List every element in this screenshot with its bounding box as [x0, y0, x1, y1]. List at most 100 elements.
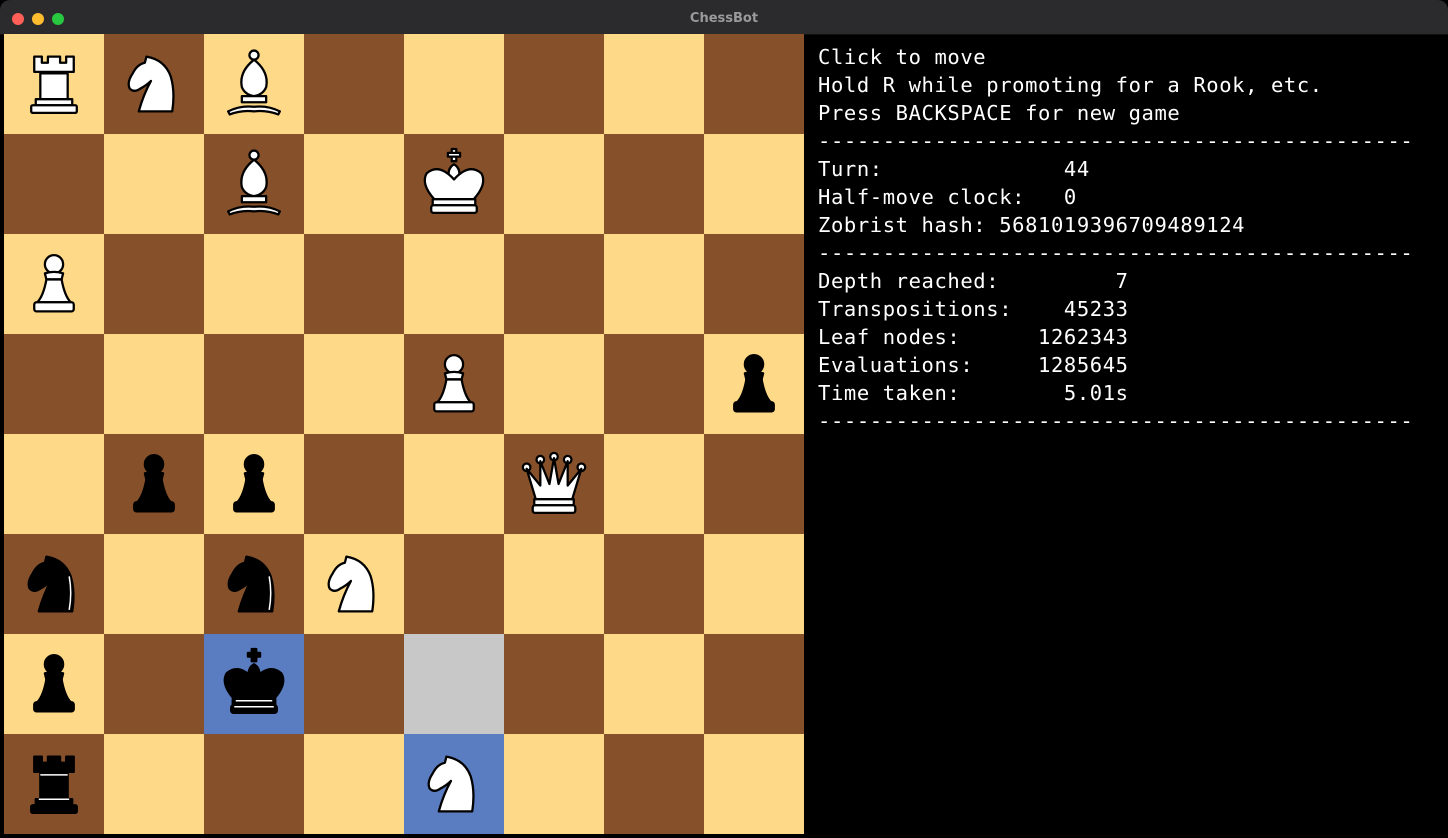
square-g8[interactable] [604, 34, 704, 134]
separator: ----------------------------------------… [818, 409, 1414, 433]
square-g4[interactable] [604, 434, 704, 534]
square-b3[interactable] [104, 534, 204, 634]
square-d1[interactable] [304, 734, 404, 834]
instruction-line: Click to move [818, 45, 987, 69]
chessbot-window: ChessBot Click to move Hold R while prom… [0, 0, 1448, 838]
square-d7[interactable] [304, 134, 404, 234]
square-d6[interactable] [304, 234, 404, 334]
square-g5[interactable] [604, 334, 704, 434]
square-e1[interactable] [404, 734, 504, 834]
depth-stat: Depth reached: 7 [818, 269, 1129, 293]
chess-board[interactable] [4, 34, 804, 834]
white-knight-icon[interactable] [116, 46, 192, 122]
square-f4[interactable] [504, 434, 604, 534]
instruction-line: Hold R while promoting for a Rook, etc. [818, 73, 1323, 97]
square-g6[interactable] [604, 234, 704, 334]
leaf-nodes-stat: Leaf nodes: 1262343 [818, 325, 1129, 349]
square-d3[interactable] [304, 534, 404, 634]
square-d2[interactable] [304, 634, 404, 734]
white-queen-icon[interactable] [516, 446, 592, 522]
white-bishop-icon[interactable] [216, 46, 292, 122]
square-b1[interactable] [104, 734, 204, 834]
square-b2[interactable] [104, 634, 204, 734]
square-h1[interactable] [704, 734, 804, 834]
square-c4[interactable] [204, 434, 304, 534]
square-h3[interactable] [704, 534, 804, 634]
square-c3[interactable] [204, 534, 304, 634]
black-knight-icon[interactable] [216, 546, 292, 622]
black-king-icon[interactable] [216, 646, 292, 722]
square-f7[interactable] [504, 134, 604, 234]
square-e4[interactable] [404, 434, 504, 534]
square-f2[interactable] [504, 634, 604, 734]
square-b4[interactable] [104, 434, 204, 534]
instruction-line: Press BACKSPACE for new game [818, 101, 1181, 125]
transpositions-stat: Transpositions: 45233 [818, 297, 1129, 321]
square-b7[interactable] [104, 134, 204, 234]
evaluations-stat: Evaluations: 1285645 [818, 353, 1129, 377]
separator: ----------------------------------------… [818, 129, 1414, 153]
black-knight-icon[interactable] [16, 546, 92, 622]
white-king-icon[interactable] [416, 146, 492, 222]
square-a4[interactable] [4, 434, 104, 534]
square-f5[interactable] [504, 334, 604, 434]
black-rook-icon[interactable] [16, 746, 92, 822]
black-pawn-icon[interactable] [16, 646, 92, 722]
square-c7[interactable] [204, 134, 304, 234]
square-g1[interactable] [604, 734, 704, 834]
square-f1[interactable] [504, 734, 604, 834]
square-f3[interactable] [504, 534, 604, 634]
square-a1[interactable] [4, 734, 104, 834]
square-b6[interactable] [104, 234, 204, 334]
square-h5[interactable] [704, 334, 804, 434]
square-d4[interactable] [304, 434, 404, 534]
black-pawn-icon[interactable] [116, 446, 192, 522]
square-f8[interactable] [504, 34, 604, 134]
square-b5[interactable] [104, 334, 204, 434]
square-a2[interactable] [4, 634, 104, 734]
square-e8[interactable] [404, 34, 504, 134]
square-g3[interactable] [604, 534, 704, 634]
square-d5[interactable] [304, 334, 404, 434]
square-d8[interactable] [304, 34, 404, 134]
separator: ----------------------------------------… [818, 241, 1414, 265]
square-h7[interactable] [704, 134, 804, 234]
turn-stat: Turn: 44 [818, 157, 1090, 181]
title-bar: ChessBot [0, 0, 1448, 35]
square-h4[interactable] [704, 434, 804, 534]
square-h8[interactable] [704, 34, 804, 134]
window-title: ChessBot [689, 11, 759, 26]
square-e7[interactable] [404, 134, 504, 234]
zobrist-hash-stat: Zobrist hash: 5681019396709489124 [818, 213, 1246, 237]
white-knight-icon[interactable] [416, 746, 492, 822]
square-b8[interactable] [104, 34, 204, 134]
black-pawn-icon[interactable] [716, 346, 792, 422]
square-a6[interactable] [4, 234, 104, 334]
square-f6[interactable] [504, 234, 604, 334]
square-e3[interactable] [404, 534, 504, 634]
square-g2[interactable] [604, 634, 704, 734]
square-c1[interactable] [204, 734, 304, 834]
white-knight-icon[interactable] [316, 546, 392, 622]
white-rook-icon[interactable] [16, 46, 92, 122]
half-move-clock-stat: Half-move clock: 0 [818, 185, 1077, 209]
square-c8[interactable] [204, 34, 304, 134]
white-pawn-icon[interactable] [16, 246, 92, 322]
square-h6[interactable] [704, 234, 804, 334]
square-g7[interactable] [604, 134, 704, 234]
white-bishop-icon[interactable] [216, 146, 292, 222]
square-c6[interactable] [204, 234, 304, 334]
time-taken-stat: Time taken: 5.01s [818, 381, 1129, 405]
square-a7[interactable] [4, 134, 104, 234]
square-e6[interactable] [404, 234, 504, 334]
square-c2[interactable] [204, 634, 304, 734]
square-h2[interactable] [704, 634, 804, 734]
square-a3[interactable] [4, 534, 104, 634]
white-pawn-icon[interactable] [416, 346, 492, 422]
black-pawn-icon[interactable] [216, 446, 292, 522]
square-a8[interactable] [4, 34, 104, 134]
square-e2[interactable] [404, 634, 504, 734]
square-a5[interactable] [4, 334, 104, 434]
square-c5[interactable] [204, 334, 304, 434]
square-e5[interactable] [404, 334, 504, 434]
